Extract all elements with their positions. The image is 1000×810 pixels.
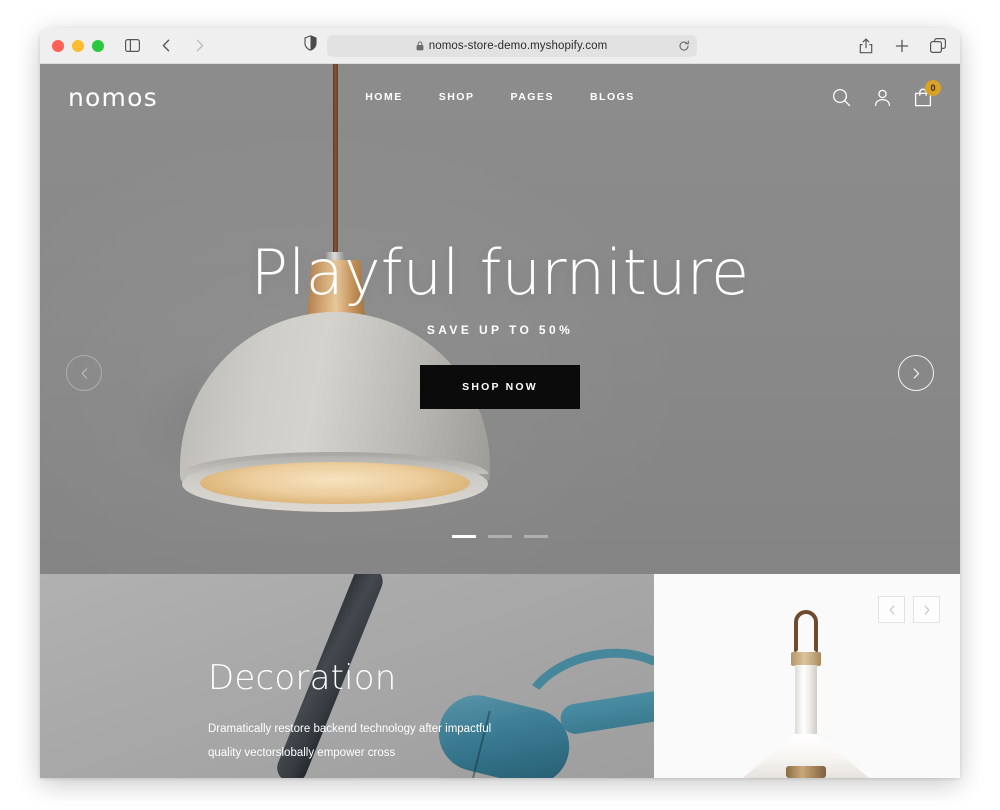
hero-prev-button[interactable] <box>66 355 102 391</box>
maximize-window-button[interactable] <box>92 39 104 52</box>
plus-icon[interactable] <box>892 36 912 56</box>
decoration-title: Decoration <box>208 658 397 698</box>
decoration-content: Decoration Dramatically restore backend … <box>208 658 508 765</box>
main-navigation: HOME SHOP PAGES BLOGS <box>365 91 635 103</box>
sidebar-icon[interactable] <box>122 36 142 56</box>
hero-dot-3[interactable] <box>524 535 548 538</box>
decoration-description: Dramatically restore backend technology … <box>208 723 492 759</box>
minimize-window-button[interactable] <box>72 39 84 52</box>
browser-window: nomos-store-demo.myshopify.com nomos HOM… <box>40 28 960 778</box>
site-logo[interactable]: nomos <box>68 83 158 112</box>
toolbar-right-actions <box>856 36 948 56</box>
shop-now-button[interactable]: SHOP NOW <box>420 365 580 410</box>
lock-icon <box>416 40 424 51</box>
share-icon[interactable] <box>856 36 876 56</box>
window-controls <box>52 39 104 52</box>
user-icon[interactable] <box>873 88 892 107</box>
website-viewport: nomos HOME SHOP PAGES BLOGS 0 Playful fu… <box>40 64 960 778</box>
hero-dot-1[interactable] <box>452 535 476 538</box>
nav-item-blogs[interactable]: BLOGS <box>590 91 635 103</box>
privacy-shield-icon[interactable] <box>303 35 317 56</box>
product-carousel-controls <box>878 596 940 623</box>
close-window-button[interactable] <box>52 39 64 52</box>
hero-title: Playful furniture <box>250 236 750 309</box>
url-text: nomos-store-demo.myshopify.com <box>428 39 608 52</box>
hero-pagination <box>40 535 960 538</box>
bottom-section: Decoration Dramatically restore backend … <box>40 574 960 778</box>
product-next-button[interactable] <box>913 596 940 623</box>
nav-item-shop[interactable]: SHOP <box>439 91 475 103</box>
nav-item-home[interactable]: HOME <box>365 91 403 103</box>
cart-button[interactable]: 0 <box>914 79 941 107</box>
hero-dot-2[interactable] <box>488 535 512 538</box>
navigation-controls <box>122 36 210 56</box>
forward-button[interactable] <box>190 36 210 56</box>
product-showcase-panel <box>654 574 960 778</box>
browser-toolbar: nomos-store-demo.myshopify.com <box>40 28 960 64</box>
product-prev-button[interactable] <box>878 596 905 623</box>
search-icon[interactable] <box>832 88 851 107</box>
cart-count-badge: 0 <box>925 79 941 96</box>
site-header: nomos HOME SHOP PAGES BLOGS 0 <box>40 64 960 130</box>
decoration-panel[interactable]: Decoration Dramatically restore backend … <box>40 574 654 778</box>
back-button[interactable] <box>156 36 176 56</box>
tab-overview-icon[interactable] <box>928 36 948 56</box>
nav-item-pages[interactable]: PAGES <box>510 91 553 103</box>
hero-content: Playful furniture SAVE UP TO 50% SHOP NO… <box>40 236 960 410</box>
address-bar[interactable]: nomos-store-demo.myshopify.com <box>326 34 697 57</box>
hero-subtitle: SAVE UP TO 50% <box>426 323 574 338</box>
hero-carousel: nomos HOME SHOP PAGES BLOGS 0 Playful fu… <box>40 64 960 574</box>
hero-next-button[interactable] <box>898 355 934 391</box>
reload-icon[interactable] <box>678 40 690 52</box>
header-actions: 0 <box>832 79 941 107</box>
